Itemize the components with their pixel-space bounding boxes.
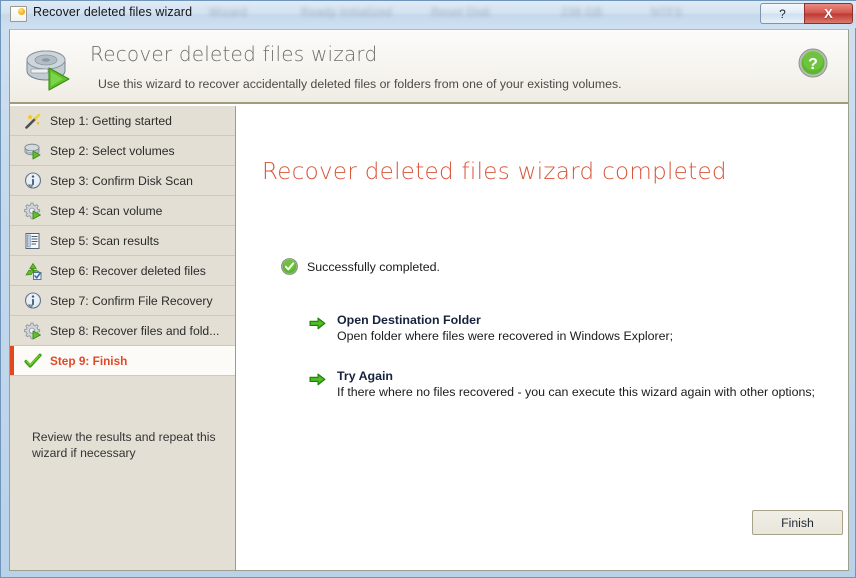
green-check-icon [24, 352, 42, 370]
action-description: Open folder where files were recovered i… [337, 329, 674, 343]
window-controls: ? X [760, 3, 853, 24]
svg-text:?: ? [808, 56, 818, 73]
banner-title: Recover deleted files wizard [90, 42, 378, 66]
gear-run-icon [23, 322, 42, 340]
sidebar-item-step-1[interactable]: Step 1: Getting started [10, 106, 235, 136]
disk-run-icon [24, 142, 42, 160]
page-title: Recover deleted files wizard completed [262, 159, 727, 185]
sidebar-item-label: Step 3: Confirm Disk Scan [50, 173, 193, 188]
help-question-icon[interactable]: ? [798, 48, 828, 78]
title-bar: Recover deleted files wizard Wizard Read… [1, 1, 856, 28]
background-ghost-text: Reset Disk [431, 7, 491, 19]
report-list-icon [24, 232, 42, 250]
sidebar-item-step-4[interactable]: Step 4: Scan volume [10, 196, 235, 226]
wizard-window: Recover deleted files wizard Wizard Read… [0, 0, 856, 578]
background-ghost-text: Ready Initialized [301, 7, 393, 19]
sidebar-item-step-3[interactable]: Step 3: Confirm Disk Scan [10, 166, 235, 196]
disk-run-icon [24, 47, 76, 91]
sidebar-item-step-5[interactable]: Step 5: Scan results [10, 226, 235, 256]
sidebar-item-label: Step 8: Recover files and fold... [50, 323, 220, 338]
sidebar-item-step-2[interactable]: Step 2: Select volumes [10, 136, 235, 166]
background-ghost-text: Wizard [209, 7, 248, 19]
background-ghost-text: NTFS [651, 7, 683, 19]
recycle-check-icon [24, 262, 42, 280]
info-icon [24, 291, 42, 310]
banner-subtitle: Use this wizard to recover accidentally … [98, 77, 622, 91]
action-title: Open Destination Folder [337, 313, 481, 327]
open-destination-folder-action[interactable]: Open Destination Folder Open folder wher… [309, 312, 839, 345]
finish-button[interactable]: Finish [752, 510, 843, 535]
magic-wand-icon [24, 112, 42, 130]
action-description: If there where no files recovered - you … [337, 385, 815, 399]
close-button[interactable]: X [804, 3, 853, 24]
window-icon [10, 6, 27, 22]
sidebar-item-label: Step 6: Recover deleted files [50, 263, 206, 278]
help-button[interactable]: ? [760, 3, 804, 24]
sidebar-item-label: Step 9: Finish [50, 353, 128, 368]
sidebar-item-label: Step 5: Scan results [50, 233, 160, 248]
window-title: Recover deleted files wizard [33, 5, 193, 19]
sidebar-item-label: Step 7: Confirm File Recovery [50, 293, 213, 308]
success-check-icon [281, 258, 298, 275]
gear-run-icon [23, 202, 42, 220]
green-arrow-icon [309, 372, 326, 387]
action-title: Try Again [337, 369, 393, 383]
status-text: Successfully completed. [307, 259, 440, 274]
steps-sidebar: Step 1: Getting started Step 2: Select v… [10, 106, 236, 570]
sidebar-item-step-8[interactable]: Step 8: Recover files and fold... [10, 316, 235, 346]
main-content: Recover deleted files wizard completed S… [237, 106, 848, 570]
client-area: Recover deleted files wizard Use this wi… [9, 29, 849, 571]
banner: Recover deleted files wizard Use this wi… [10, 30, 848, 104]
status-row: Successfully completed. [281, 258, 440, 275]
sidebar-item-label: Step 4: Scan volume [50, 203, 163, 218]
info-icon [24, 171, 42, 190]
sidebar-item-step-7[interactable]: Step 7: Confirm File Recovery [10, 286, 235, 316]
try-again-action[interactable]: Try Again If there where no files recove… [309, 368, 839, 401]
green-arrow-icon [309, 316, 326, 331]
sidebar-item-step-6[interactable]: Step 6: Recover deleted files [10, 256, 235, 286]
sidebar-note: Review the results and repeat this wizar… [32, 430, 216, 460]
sidebar-item-label: Step 2: Select volumes [50, 143, 175, 158]
sidebar-item-label: Step 1: Getting started [50, 113, 172, 128]
sidebar-item-step-9[interactable]: Step 9: Finish [10, 346, 235, 376]
background-ghost-text: 238 GB [561, 7, 603, 19]
